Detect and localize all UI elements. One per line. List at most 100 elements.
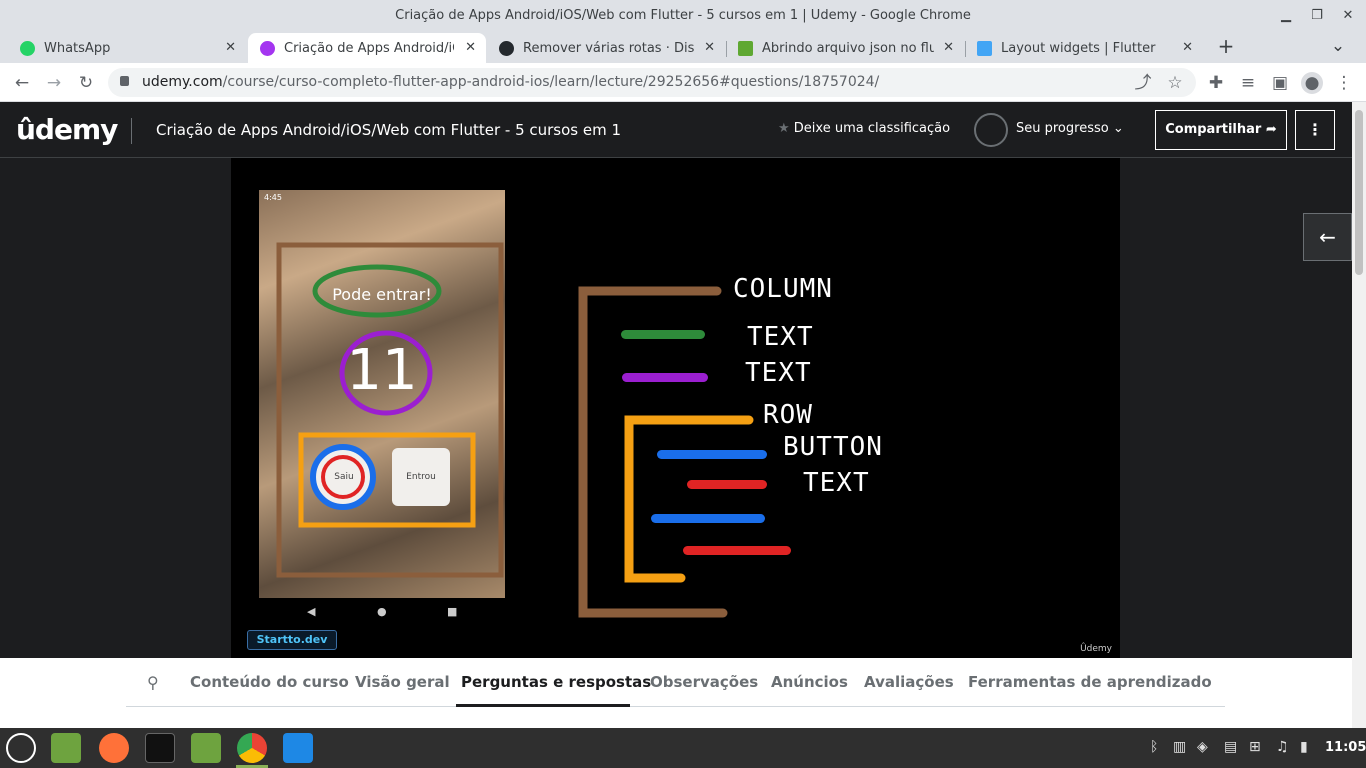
flutter-icon: [977, 41, 992, 56]
os-taskbar: ᛒ ▥ ◈ ▤ ⊞ ♫ ▮ 11:05: [0, 728, 1366, 768]
tab-label: Criação de Apps Android/iOS/: [284, 41, 454, 56]
files-icon[interactable]: [51, 733, 81, 763]
tab-label: Remover várias rotas · Discuss: [523, 41, 695, 56]
video-player[interactable]: 4:45 Pode entrar! 11 Saiu Entrou ◀ ● ■ S…: [231, 158, 1120, 658]
github-icon: [499, 41, 514, 56]
tab-label: Layout widgets | Flutter: [1001, 41, 1156, 56]
url-path: /course/curso-completo-flutter-app-andro…: [222, 74, 880, 90]
folder-icon[interactable]: [191, 733, 221, 763]
back-icon[interactable]: ←: [11, 72, 33, 94]
browser-tab-udemy[interactable]: Criação de Apps Android/iOS/ ✕: [248, 33, 486, 63]
media-queue-icon[interactable]: ≡: [1237, 72, 1259, 94]
column-label: COLUMN: [733, 274, 833, 304]
close-tab-icon[interactable]: ✕: [1182, 40, 1193, 55]
tab-learning-tools[interactable]: Ferramentas de aprendizado: [968, 673, 1212, 691]
scrollbar-thumb[interactable]: [1355, 110, 1363, 275]
trophy-progress-icon[interactable]: [974, 113, 1008, 147]
share-icon[interactable]: ⤴: [1132, 72, 1154, 94]
udemy-header: ûdemy Criação de Apps Android/iOS/Web co…: [0, 102, 1352, 158]
text-label-1: TEXT: [747, 322, 814, 352]
reload-icon[interactable]: ↻: [75, 72, 97, 94]
progress-label: Seu progresso: [1016, 121, 1109, 136]
chevron-down-icon: ⌄: [1112, 121, 1124, 136]
tab-strip: WhatsApp ✕ Criação de Apps Android/iOS/ …: [0, 31, 1366, 63]
window-titlebar: Criação de Apps Android/iOS/Web com Flut…: [0, 0, 1366, 31]
extensions-icon[interactable]: ✚: [1205, 72, 1227, 94]
tab-overview[interactable]: Visão geral: [355, 673, 450, 691]
star-icon: ★: [778, 121, 790, 136]
tab-announcements[interactable]: Anúncios: [771, 673, 848, 691]
course-title[interactable]: Criação de Apps Android/iOS/Web com Flut…: [156, 121, 621, 139]
blue-stroke-1: [657, 450, 767, 459]
tab-search-chevron-icon[interactable]: ⌄: [1327, 35, 1349, 57]
red-stroke-2: [683, 546, 791, 555]
expand-sidebar-button[interactable]: ←: [1303, 213, 1352, 261]
chrome-icon[interactable]: [237, 733, 267, 763]
maximize-button[interactable]: ❐: [1307, 6, 1327, 26]
whatsapp-icon: [20, 41, 35, 56]
rate-course-button[interactable]: ★ Deixe uma classificação: [778, 121, 950, 136]
header-divider: [131, 118, 132, 144]
window-title: Criação de Apps Android/iOS/Web com Flut…: [395, 8, 971, 23]
new-tab-icon[interactable]: +: [1215, 35, 1237, 57]
lock-icon: [120, 76, 129, 86]
firefox-icon[interactable]: [99, 733, 129, 763]
forward-icon[interactable]: →: [43, 72, 65, 94]
profile-avatar-icon[interactable]: ●: [1301, 72, 1323, 94]
battery-icon[interactable]: ▮: [1300, 739, 1308, 755]
minimize-button[interactable]: ▁: [1276, 6, 1296, 26]
bluetooth-icon[interactable]: ᛒ: [1150, 739, 1158, 755]
side-panel-icon[interactable]: ▣: [1269, 72, 1291, 94]
udemy-icon: [260, 41, 275, 56]
active-tab-underline: [456, 704, 630, 707]
rate-label: Deixe uma classificação: [793, 121, 951, 136]
close-tab-icon[interactable]: ✕: [943, 40, 954, 55]
browser-tab-github[interactable]: Remover várias rotas · Discuss ✕: [487, 33, 725, 63]
browser-tab-flutter[interactable]: Layout widgets | Flutter ✕: [965, 33, 1203, 63]
vscode-icon[interactable]: [283, 733, 313, 763]
button-label: BUTTON: [783, 432, 883, 462]
tab-course-content[interactable]: Conteúdo do curso: [190, 673, 349, 691]
close-tab-icon[interactable]: ✕: [465, 40, 476, 55]
mint-menu-icon[interactable]: [6, 733, 36, 763]
search-icon[interactable]: ⚲: [147, 673, 159, 692]
tab-label: WhatsApp: [44, 41, 111, 56]
green-stroke: [621, 330, 705, 339]
course-tabs-bar: ⚲ Conteúdo do curso Visão geral Pergunta…: [0, 658, 1352, 728]
tab-notes[interactable]: Observações: [650, 673, 758, 691]
browser-tab-stackoverflow[interactable]: Abrindo arquivo json no flutte ✕: [726, 33, 964, 63]
udemy-logo[interactable]: ûdemy: [16, 113, 118, 146]
notes-icon[interactable]: ▤: [1224, 739, 1237, 755]
row-label: ROW: [763, 400, 813, 430]
address-bar[interactable]: udemy.com/course/curso-completo-flutter-…: [108, 68, 1196, 97]
chrome-menu-icon[interactable]: ⋮: [1333, 72, 1355, 94]
sound-icon[interactable]: ♫: [1276, 739, 1289, 755]
close-tab-icon[interactable]: ✕: [704, 40, 715, 55]
share-arrow-icon: ➦: [1265, 122, 1277, 137]
more-options-button[interactable]: ⋮: [1295, 110, 1335, 150]
close-tab-icon[interactable]: ✕: [225, 40, 236, 55]
red-stroke-1: [687, 480, 767, 489]
share-label: Compartilhar: [1165, 122, 1262, 137]
browser-tab-whatsapp[interactable]: WhatsApp ✕: [8, 33, 246, 63]
share-button[interactable]: Compartilhar ➦: [1155, 110, 1287, 150]
stackoverflow-icon: [738, 41, 753, 56]
clipboard-icon[interactable]: ▥: [1173, 739, 1186, 755]
progress-dropdown[interactable]: Seu progresso ⌄: [1016, 121, 1124, 136]
widget-tree-drawing: [578, 286, 754, 618]
text-label-3: TEXT: [803, 468, 870, 498]
url-text[interactable]: udemy.com/course/curso-completo-flutter-…: [142, 74, 879, 90]
tab-qa[interactable]: Perguntas e respostas: [461, 673, 651, 691]
tab-reviews[interactable]: Avaliações: [864, 673, 954, 691]
video-stage: 4:45 Pode entrar! 11 Saiu Entrou ◀ ● ■ S…: [0, 158, 1352, 658]
purple-stroke: [622, 373, 708, 382]
bookmark-star-icon[interactable]: ☆: [1164, 72, 1186, 94]
network-icon[interactable]: ⊞: [1249, 739, 1261, 755]
close-window-button[interactable]: ✕: [1338, 6, 1358, 26]
terminal-icon[interactable]: [145, 733, 175, 763]
tab-label: Abrindo arquivo json no flutte: [762, 41, 934, 56]
page-scrollbar[interactable]: [1352, 102, 1366, 728]
shield-icon[interactable]: ◈: [1197, 739, 1208, 755]
blue-stroke-2: [651, 514, 765, 523]
clock[interactable]: 11:05: [1325, 740, 1366, 755]
